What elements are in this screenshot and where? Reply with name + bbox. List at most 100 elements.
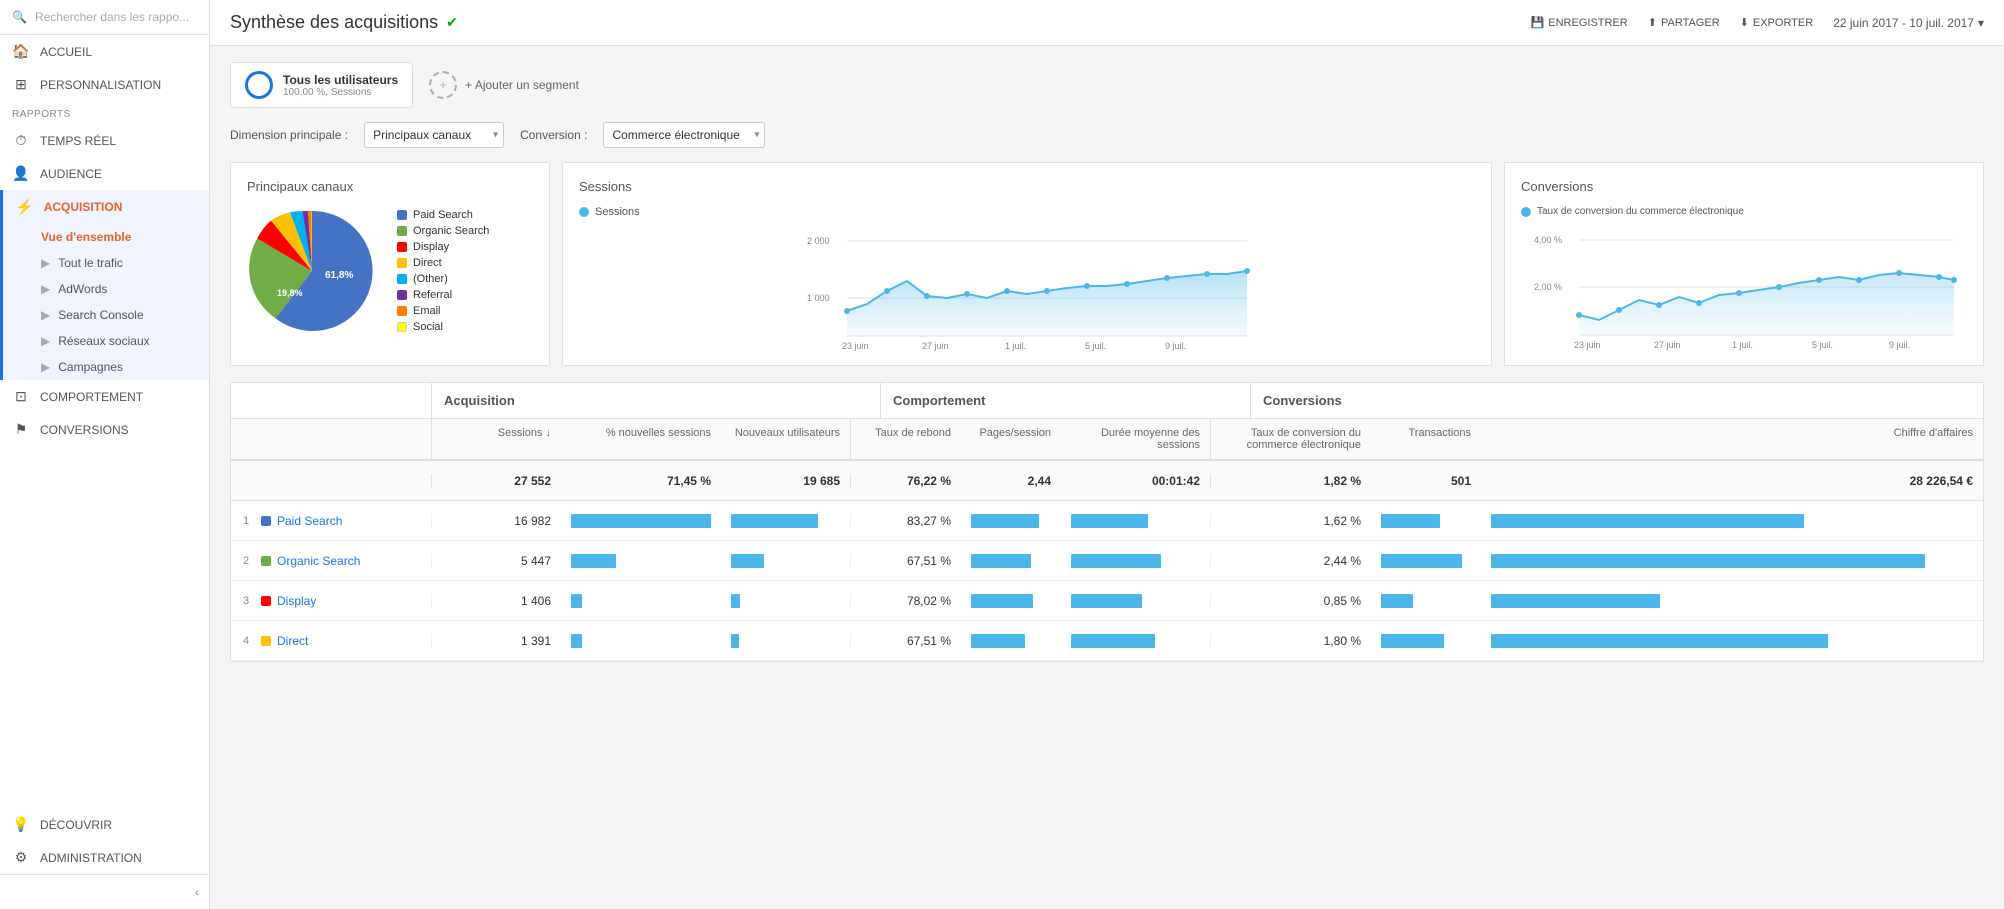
sidebar-sub-adwords[interactable]: ▶ AdWords (3, 276, 209, 302)
pie-legend: Paid Search Organic Search Display (397, 209, 489, 333)
svg-text:1 juil.: 1 juil. (1732, 340, 1753, 350)
sidebar-item-temps-reel[interactable]: ⏱ TEMPS RÉEL (0, 124, 209, 157)
bar-dur-direct (1071, 634, 1155, 648)
cell-bar-trans-organic (1371, 554, 1481, 568)
save-button[interactable]: 💾 ENREGISTRER (1531, 16, 1628, 29)
rapports-label: Rapports (0, 101, 209, 124)
sidebar-item-decouvrir[interactable]: 💡 DÉCOUVRIR (0, 808, 209, 841)
cell-bar-new-display (721, 594, 851, 608)
total-new-users: 19 685 (721, 474, 851, 488)
total-sessions: 27 552 (431, 474, 561, 488)
row-channel-paid[interactable]: Paid Search (261, 514, 431, 528)
cell-conv-paid: 1,62 % (1211, 514, 1371, 528)
cell-bar-pct-organic (561, 554, 721, 568)
col-h-pct-new[interactable]: % nouvelles sessions (561, 419, 721, 459)
col-h-conv-rate[interactable]: Taux de conversion du commerce électroni… (1211, 419, 1371, 459)
cell-bar-new-paid (721, 514, 851, 528)
all-users-segment[interactable]: Tous les utilisateurs 100,00 %, Sessions (230, 62, 413, 108)
verified-icon: ✔ (446, 14, 458, 31)
sidebar-sub-search-console[interactable]: ▶ Search Console (3, 302, 209, 328)
sidebar-item-administration[interactable]: ⚙ ADMINISTRATION (0, 841, 209, 874)
sidebar-collapse-button[interactable]: ‹ (0, 874, 209, 909)
sidebar-sub-reseaux-sociaux[interactable]: ▶ Réseaux sociaux (3, 328, 209, 354)
sidebar-label-temps-reel: TEMPS RÉEL (40, 134, 116, 148)
cell-bar-pct-paid (561, 514, 721, 528)
sidebar-sub-vue-ensemble[interactable]: Vue d'ensemble (3, 224, 209, 250)
col-h-sessions[interactable]: Sessions ↓ (431, 419, 561, 459)
table-row: 1 Paid Search 16 982 83,27 % (231, 501, 1983, 541)
export-icon: ⬇ (1740, 16, 1749, 29)
row-channel-organic[interactable]: Organic Search (261, 554, 431, 568)
channel-label-direct: Direct (277, 634, 308, 648)
bar-trans-display (1381, 594, 1413, 608)
home-icon: 🏠 (12, 43, 30, 60)
svg-text:23 juin: 23 juin (1574, 340, 1601, 350)
share-button[interactable]: ⬆ PARTAGER (1648, 16, 1720, 29)
table-row: 4 Direct 1 391 67,51 % (231, 621, 1983, 661)
total-bounce: 76,22 % (851, 474, 961, 488)
add-segment-button[interactable]: + + Ajouter un segment (429, 71, 579, 99)
sidebar-sub-campagnes[interactable]: ▶ Campagnes (3, 354, 209, 380)
main-dimension-dropdown[interactable]: Principaux canaux (364, 122, 504, 148)
legend-label-display: Display (413, 241, 449, 253)
sidebar-item-acquisition[interactable]: ⚡ ACQUISITION (3, 190, 209, 224)
main-dimension-select[interactable]: Principaux canaux (364, 122, 504, 148)
sidebar-label-decouvrir: DÉCOUVRIR (40, 818, 112, 832)
sidebar-item-personnalisation[interactable]: ⊞ PERSONNALISATION (0, 68, 209, 101)
total-conv-rate: 1,82 % (1211, 474, 1371, 488)
search-placeholder: Rechercher dans les rappo... (35, 10, 189, 24)
legend-email: Email (397, 305, 489, 317)
sidebar-item-conversions[interactable]: ⚑ CONVERSIONS (0, 413, 209, 446)
sidebar-label-tout-trafic: Tout le trafic (58, 256, 123, 270)
sidebar-item-comportement[interactable]: ⊡ COMPORTEMENT (0, 380, 209, 413)
row-num: 3 (231, 595, 261, 607)
bar-new-paid (731, 514, 818, 528)
svg-text:5 juil.: 5 juil. (1812, 340, 1833, 350)
cell-bar-pct-direct (561, 634, 721, 648)
col-h-pages[interactable]: Pages/session (961, 419, 1061, 459)
col-h-transactions[interactable]: Transactions (1371, 419, 1481, 459)
cell-bounce-paid: 83,27 % (851, 514, 961, 528)
save-label: ENREGISTRER (1548, 17, 1627, 29)
add-segment-label: + Ajouter un segment (465, 78, 579, 92)
col-h-revenue[interactable]: Chiffre d'affaires (1481, 419, 1983, 459)
sessions-legend: Sessions (579, 206, 1475, 218)
total-pages: 2,44 (961, 474, 1061, 488)
export-button[interactable]: ⬇ EXPORTER (1740, 16, 1814, 29)
cell-bar-rev-direct (1481, 634, 1983, 648)
topbar: Synthèse des acquisitions ✔ 💾 ENREGISTRE… (210, 0, 2004, 46)
conversion-label: Conversion : (520, 128, 587, 142)
sidebar-sub-tout-trafic[interactable]: ▶ Tout le trafic (3, 250, 209, 276)
legend-dot-paid (397, 210, 407, 220)
bar-bounce-paid (971, 514, 1039, 528)
cell-bar-trans-display (1371, 594, 1481, 608)
row-channel-display[interactable]: Display (261, 594, 431, 608)
table-group-header-row: Acquisition Comportement Conversions (231, 383, 1983, 419)
pie-container: 61,8% 19,8% Paid Search Organic Search (247, 206, 533, 336)
clock-icon: ⏱ (12, 132, 30, 149)
cell-bar-dur-display (1061, 594, 1211, 608)
conversion-select[interactable]: Commerce électronique (603, 122, 765, 148)
bar-bounce-organic (971, 554, 1031, 568)
bar-pct-direct (571, 634, 582, 648)
search-bar[interactable]: 🔍 Rechercher dans les rappo... (0, 0, 209, 35)
row-channel-direct[interactable]: Direct (261, 634, 431, 648)
sidebar-item-accueil[interactable]: 🏠 ACCUEIL (0, 35, 209, 68)
col-h-duration[interactable]: Durée moyenne des sessions (1061, 419, 1211, 459)
svg-text:2,00 %: 2,00 % (1534, 282, 1562, 292)
legend-label-direct: Direct (413, 257, 442, 269)
col-h-new-users[interactable]: Nouveaux utilisateurs (721, 419, 851, 459)
svg-text:1 000: 1 000 (807, 293, 830, 303)
svg-text:27 juin: 27 juin (1654, 340, 1681, 350)
bar-dur-paid (1071, 514, 1148, 528)
col-h-bounce[interactable]: Taux de rebond (851, 419, 961, 459)
sessions-chart-title: Sessions (579, 179, 1475, 194)
export-label: EXPORTER (1753, 17, 1813, 29)
sessions-legend-label: Sessions (595, 206, 640, 218)
date-range-picker[interactable]: 22 juin 2017 - 10 juil. 2017 ▾ (1833, 16, 1984, 30)
cell-conv-organic: 2,44 % (1211, 554, 1371, 568)
bar-dur-organic (1071, 554, 1161, 568)
sessions-svg: 2 000 1 000 (579, 226, 1475, 346)
sidebar-item-audience[interactable]: 👤 AUDIENCE (0, 157, 209, 190)
conversion-dropdown[interactable]: Commerce électronique (603, 122, 765, 148)
